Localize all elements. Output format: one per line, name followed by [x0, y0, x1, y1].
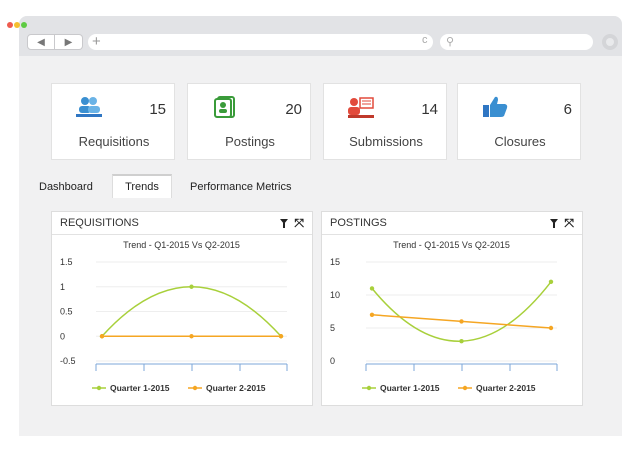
stat-count: 6: [563, 101, 572, 118]
address-bar[interactable]: [88, 34, 433, 50]
panel-title: REQUISITIONS: [60, 217, 139, 229]
legend-marker: [96, 385, 102, 391]
stat-card-postings[interactable]: 20 Postings: [187, 83, 311, 160]
stat-card-submissions[interactable]: 14 Submissions: [323, 83, 447, 160]
stat-label: Requisitions: [78, 134, 150, 149]
stat-label: Postings: [225, 134, 275, 149]
panel-title: POSTINGS: [330, 217, 387, 229]
refresh-icon[interactable]: c: [422, 34, 428, 46]
filter-icon[interactable]: [280, 219, 288, 228]
close-dot[interactable]: [7, 22, 13, 28]
stat-label: Closures: [494, 134, 546, 149]
stat-label: Submissions: [349, 134, 423, 149]
stat-card-closures[interactable]: 6 Closures: [457, 83, 581, 160]
y-tick-label: 1: [60, 282, 65, 292]
panel-header: POSTINGS ⤧: [322, 212, 582, 235]
data-point: [459, 319, 464, 324]
users-icon: [76, 97, 102, 117]
menu-button[interactable]: [602, 34, 618, 50]
back-button[interactable]: ◀: [27, 34, 55, 50]
y-tick-label: 1.5: [60, 257, 73, 267]
data-point: [459, 339, 464, 344]
tab-dashboard[interactable]: Dashboard: [39, 176, 109, 198]
forward-button[interactable]: ▶: [55, 34, 83, 50]
browser-window: ◀ ▶ + c ⚲ 15 Requisitions 20 Postings 14…: [7, 16, 622, 436]
tab-performance-metrics[interactable]: Performance Metrics: [190, 176, 310, 198]
filter-icon[interactable]: [550, 219, 558, 228]
stat-count: 15: [149, 101, 166, 118]
maximize-dot[interactable]: [21, 22, 27, 28]
stat-card-requisitions[interactable]: 15 Requisitions: [51, 83, 175, 160]
requisitions-panel: REQUISITIONS ⤧ Trend - Q1-2015 Vs Q2-201…: [51, 211, 313, 406]
postings-panel: POSTINGS ⤧ Trend - Q1-2015 Vs Q2-2015 15 1…: [321, 211, 583, 406]
y-tick-label: 0.5: [60, 307, 73, 317]
data-point: [369, 312, 375, 317]
data-point: [189, 284, 194, 289]
thumbs-up-icon: [483, 96, 508, 117]
panel-header: REQUISITIONS ⤧: [52, 212, 312, 235]
expand-icon[interactable]: ⤧: [564, 216, 574, 231]
y-tick-label: 0: [330, 356, 335, 366]
y-tick-label: 10: [330, 290, 340, 300]
posting-icon: [214, 96, 235, 118]
chart-title: Trend - Q1-2015 Vs Q2-2015: [123, 240, 240, 250]
legend-marker: [462, 385, 468, 391]
y-tick-label: 15: [330, 257, 340, 267]
legend-label: Quarter 2-2015: [476, 383, 536, 393]
requisitions-chart: Trend - Q1-2015 Vs Q2-2015 1.5 1 0.5 0 -0.5 Qu…: [60, 240, 288, 393]
data-point: [548, 279, 554, 284]
y-tick-label: 0: [60, 331, 65, 341]
legend-label: Quarter 1-2015: [380, 383, 440, 393]
legend-label: Quarter 1-2015: [110, 383, 170, 393]
data-point: [99, 334, 105, 339]
nav-buttons: ◀ ▶: [27, 34, 85, 50]
legend-marker: [192, 385, 198, 391]
legend-marker: [366, 385, 372, 391]
legend-label: Quarter 2-2015: [206, 383, 266, 393]
y-tick-label: 5: [330, 323, 335, 333]
y-tick-label: -0.5: [60, 356, 76, 366]
search-bar[interactable]: ⚲: [440, 34, 593, 50]
stat-count: 20: [285, 101, 302, 118]
data-point: [369, 286, 375, 291]
expand-icon[interactable]: ⤧: [294, 216, 304, 231]
magnifier-icon: ⚲: [446, 36, 455, 48]
data-point: [189, 334, 194, 339]
minimize-dot[interactable]: [14, 22, 20, 28]
tab-trends[interactable]: Trends: [112, 174, 172, 198]
browser-titlebar: ◀ ▶ + c ⚲: [7, 16, 622, 56]
series-line: [371, 281, 552, 342]
postings-chart: Trend - Q1-2015 Vs Q2-2015 15 10 5 0 Quarter …: [330, 240, 558, 393]
data-point: [548, 325, 554, 331]
chart-title: Trend - Q1-2015 Vs Q2-2015: [393, 240, 510, 250]
new-tab-icon[interactable]: +: [92, 33, 101, 50]
data-point: [278, 334, 284, 339]
stat-count: 14: [421, 101, 438, 118]
submission-icon: [348, 97, 374, 118]
